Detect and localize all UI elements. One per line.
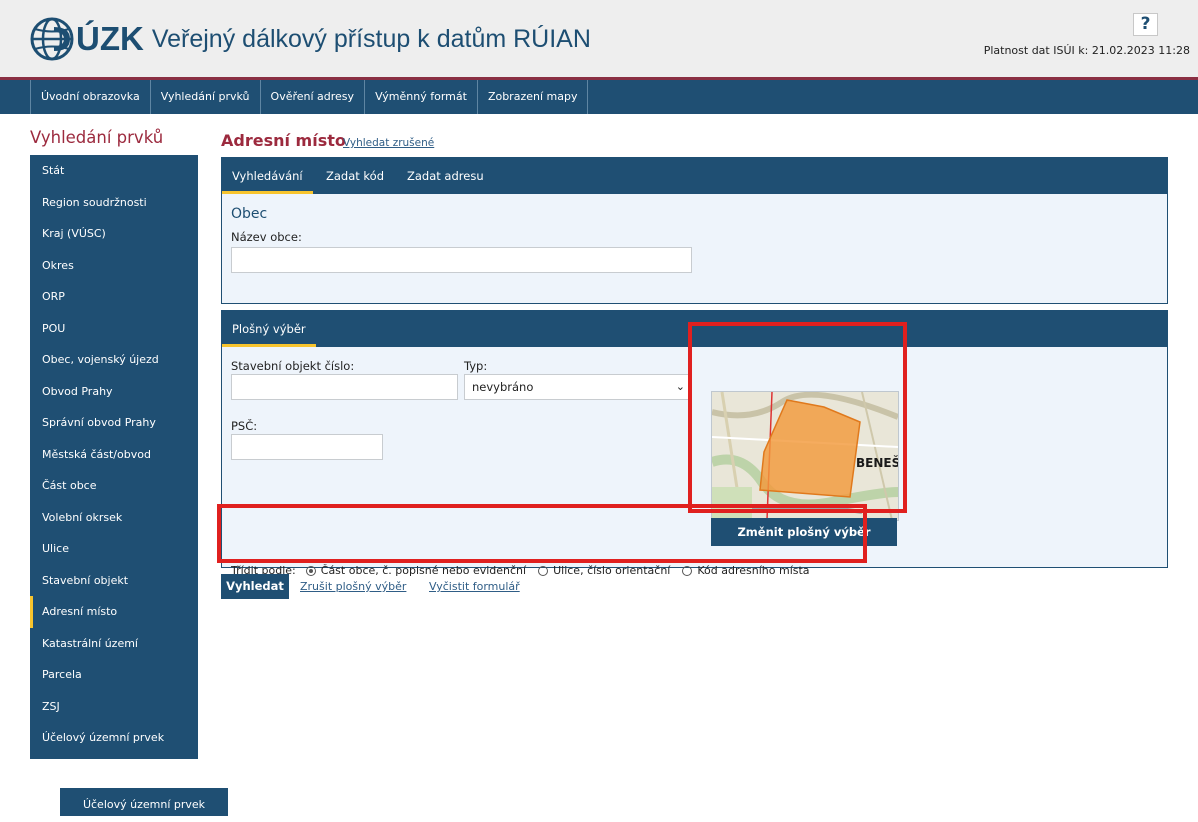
sort-option-ulice[interactable]: Ulice, číslo orientační	[553, 564, 670, 577]
sort-option-kod[interactable]: Kód adresního místa	[697, 564, 809, 577]
nav-item-overeni[interactable]: Ověření adresy	[259, 80, 365, 114]
psc-label: PSČ:	[231, 419, 258, 433]
sidebar-item-katastralni[interactable]: Katastrální území	[30, 628, 198, 660]
cuzk-logo[interactable]: ÚZK Veřejný dálkový přístup k datům RÚIA…	[30, 14, 591, 64]
sidebar-item-mestska-cast[interactable]: Městská část/obvod	[30, 439, 198, 471]
stavebni-objekt-label: Stavební objekt číslo:	[231, 359, 355, 373]
main-nav: Úvodní obrazovka Vyhledání prvků Ověření…	[0, 80, 1198, 114]
sort-radio-ulice[interactable]	[538, 565, 549, 576]
sidebar-item-region[interactable]: Region soudržnosti	[30, 187, 198, 219]
page-title: Adresní místo	[221, 131, 346, 150]
sidebar-item-ucelovy[interactable]: Účelový územní prvek	[30, 722, 198, 754]
data-validity: Platnost dat ISÚI k: 21.02.2023 11:28	[983, 44, 1190, 57]
help-button[interactable]: ?	[1133, 13, 1158, 36]
nav-item-vyhledani[interactable]: Vyhledání prvků	[149, 80, 260, 114]
obec-section: Obec Název obce:	[222, 194, 1167, 303]
sidebar-item-kraj[interactable]: Kraj (VÚSC)	[30, 218, 198, 250]
sidebar-item-orp[interactable]: ORP	[30, 281, 198, 313]
clear-form-link[interactable]: Vyčistit formulář	[429, 580, 520, 593]
sidebar-item-okres[interactable]: Okres	[30, 250, 198, 282]
search-tabs: Vyhledávání Zadat kód Zadat adresu	[222, 158, 1167, 194]
nav-item-vymenny[interactable]: Výměnný formát	[364, 80, 477, 114]
typ-select[interactable]: nevybráno ⌄	[464, 374, 692, 400]
map-highlight-box	[688, 322, 907, 513]
tab-zadat-adresu[interactable]: Zadat adresu	[407, 158, 484, 194]
sidebar-item-ulice[interactable]: Ulice	[30, 533, 198, 565]
globe-logo-icon	[30, 17, 74, 61]
search-button[interactable]: Vyhledat	[221, 574, 289, 599]
typ-select-value: nevybráno	[472, 380, 534, 394]
sidebar-item-volebni-okrsek[interactable]: Volební okrsek	[30, 502, 198, 534]
stavebni-objekt-input[interactable]	[231, 374, 458, 400]
tab-vyhledavani[interactable]: Vyhledávání	[222, 158, 313, 194]
sort-radio-cast-obce[interactable]	[305, 565, 316, 576]
search-cancelled-link[interactable]: Vyhledat zrušené	[343, 137, 434, 149]
sort-radio-kod[interactable]	[682, 565, 693, 576]
sidebar-item-stavebni-objekt[interactable]: Stavební objekt	[30, 565, 198, 597]
sidebar-item-obec[interactable]: Obec, vojenský újezd	[30, 344, 198, 376]
sidebar-item-obvod-prahy[interactable]: Obvod Prahy	[30, 376, 198, 408]
sort-highlight-box	[217, 504, 867, 563]
sidebar-item-cast-obce[interactable]: Část obce	[30, 470, 198, 502]
nav-item-uvodni[interactable]: Úvodní obrazovka	[30, 80, 150, 114]
sidebar-item-stat[interactable]: Stát	[30, 155, 198, 187]
sidebar-item-zsj[interactable]: ZSJ	[30, 691, 198, 723]
clear-area-link[interactable]: Zrušit plošný výběr	[300, 580, 406, 593]
sidebar-item-adresni-misto[interactable]: Adresní místo	[30, 596, 198, 628]
obec-name-label: Název obce:	[231, 230, 302, 244]
tab-plosny-vyber[interactable]: Plošný výběr	[222, 311, 316, 347]
logo-text: ÚZK	[76, 20, 144, 57]
nav-item-mapa[interactable]: Zobrazení mapy	[476, 80, 589, 114]
app-title: Veřejný dálkový přístup k datům RÚIAN	[151, 24, 591, 53]
sidebar-item-pou[interactable]: POU	[30, 313, 198, 345]
psc-input[interactable]	[231, 434, 383, 460]
sidebar-item-spravni-obvod[interactable]: Správní obvod Prahy	[30, 407, 198, 439]
sort-options: Třídit podle: Část obce, č. popisné nebo…	[231, 564, 810, 577]
sidebar-title: Vyhledání prvků	[30, 128, 164, 147]
obec-heading: Obec	[231, 206, 268, 222]
tab-zadat-kod[interactable]: Zadat kód	[326, 158, 384, 194]
obec-name-input[interactable]	[231, 247, 692, 273]
sidebar-item-parcela[interactable]: Parcela	[30, 659, 198, 691]
sort-option-cast-obce[interactable]: Část obce, č. popisné nebo evidenční	[321, 564, 526, 577]
sidebar: Stát Region soudržnosti Kraj (VÚSC) Okre…	[30, 155, 198, 759]
typ-label: Typ:	[464, 359, 488, 373]
app-header: ÚZK Veřejný dálkový přístup k datům RÚIA…	[0, 0, 1198, 77]
floating-ucelovy-button[interactable]: Účelový územní prvek	[60, 788, 228, 816]
search-panel: Vyhledávání Zadat kód Zadat adresu Obec …	[221, 157, 1168, 304]
chevron-down-icon: ⌄	[675, 380, 685, 393]
